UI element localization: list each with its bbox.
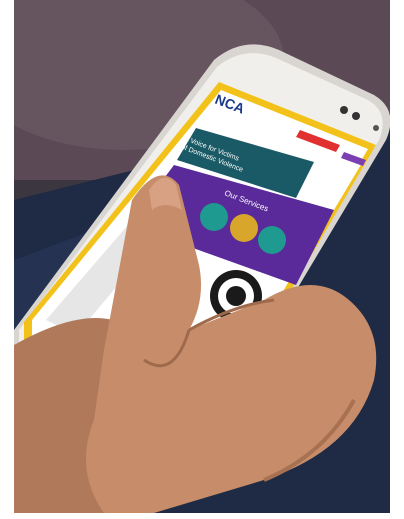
photo-frame: NCA A Voice for Victims of Domestic Viol… <box>0 0 404 519</box>
scene <box>14 0 390 513</box>
photo: NCA A Voice for Victims of Domestic Viol… <box>14 0 390 513</box>
